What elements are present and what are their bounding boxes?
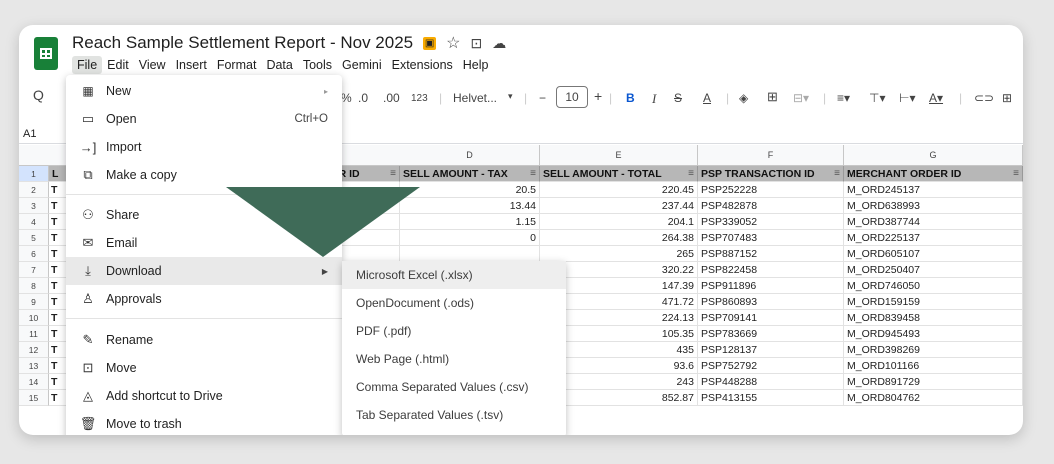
spreadsheet-window: Reach Sample Settlement Report - Nov 202… — [19, 25, 1023, 435]
pointer-triangle — [226, 187, 420, 257]
annotation-pointer-arrow — [226, 187, 420, 257]
